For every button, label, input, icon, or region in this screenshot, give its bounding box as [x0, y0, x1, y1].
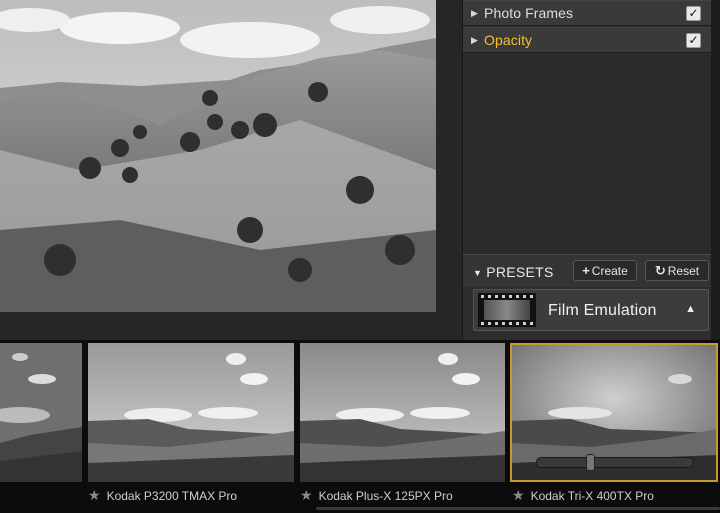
- expand-triangle-icon[interactable]: ▶: [471, 8, 484, 19]
- layer-row-photo-frames[interactable]: ▶ Photo Frames ✓: [463, 0, 711, 26]
- film-strip-icon: [478, 293, 536, 327]
- star-icon[interactable]: ★: [512, 487, 525, 503]
- preset-filmstrip: ★ Kodak P3200 TMAX Pro ★ Kodak Plus-X 125P…: [0, 340, 720, 513]
- collapse-triangle-icon: ▼: [473, 268, 483, 278]
- layer-label: Opacity: [484, 32, 533, 48]
- presets-header: ▼ PRESETS + Create ↻ Reset: [463, 254, 711, 287]
- preset-thumbnail[interactable]: [300, 343, 505, 482]
- preset-caption: ★ Kodak Plus-X 125PX Pro: [300, 487, 453, 503]
- preset-category-select[interactable]: Film Emulation ▲: [473, 289, 709, 331]
- create-preset-button[interactable]: + Create: [573, 260, 637, 281]
- expand-triangle-icon[interactable]: ▶: [471, 35, 484, 46]
- preset-category-label: Film Emulation: [548, 302, 657, 319]
- presets-title[interactable]: ▼ PRESETS: [473, 264, 554, 280]
- preset-caption: ★ Kodak P3200 TMAX Pro: [88, 487, 238, 503]
- preset-caption: ★ Kodak Tri-X 400TX Pro: [512, 487, 654, 503]
- preset-thumbnail[interactable]: [0, 343, 82, 482]
- preset-thumbnail[interactable]: [88, 343, 294, 482]
- reset-preset-button[interactable]: ↻ Reset: [645, 260, 709, 281]
- layer-label: Photo Frames: [484, 5, 574, 21]
- plus-icon: +: [582, 263, 590, 278]
- slider-handle[interactable]: [586, 454, 595, 471]
- preset-strength-slider[interactable]: [536, 454, 694, 471]
- refresh-icon: ↻: [654, 263, 666, 278]
- panel-scrollbar[interactable]: [711, 0, 720, 340]
- layer-row-opacity[interactable]: ▶ Opacity ✓: [463, 27, 711, 53]
- main-photo-preview: [0, 0, 436, 312]
- layer-visible-checkbox[interactable]: ✓: [686, 6, 701, 21]
- canvas-background: [0, 312, 462, 340]
- star-icon[interactable]: ★: [300, 487, 313, 503]
- layers-panel: ▶ Photo Frames ✓ ▶ Opacity ✓ ▼ PRESETS + C…: [462, 0, 720, 340]
- star-icon[interactable]: ★: [88, 487, 101, 503]
- layer-visible-checkbox[interactable]: ✓: [686, 33, 701, 48]
- layers-empty-area: [463, 54, 711, 254]
- triangle-up-icon: ▲: [685, 303, 696, 315]
- canvas-gap: [436, 0, 462, 340]
- filmstrip-scrollbar[interactable]: [316, 507, 720, 510]
